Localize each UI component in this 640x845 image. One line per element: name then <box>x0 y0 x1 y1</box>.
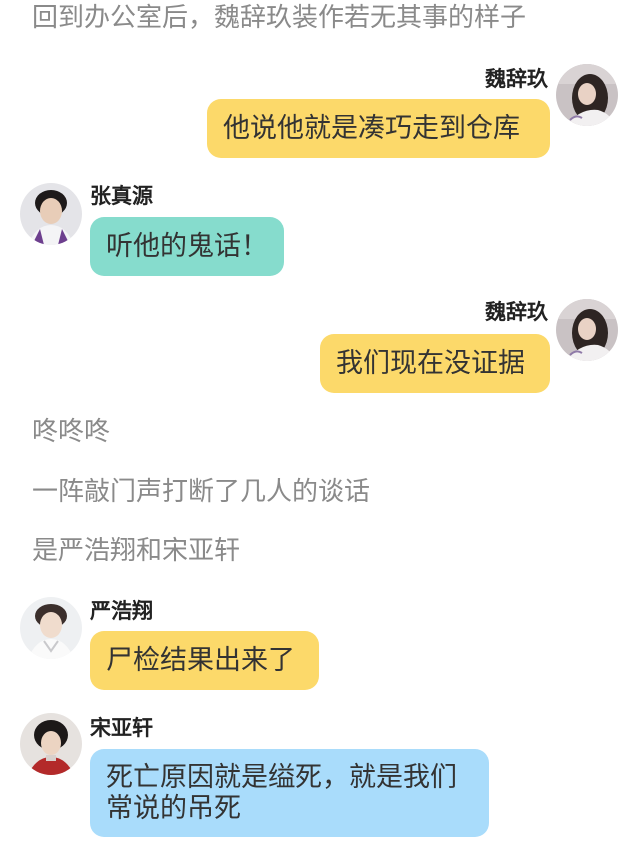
narration-text: 是严浩翔和宋亚轩 <box>32 536 241 566</box>
boy-avatar[interactable] <box>20 713 82 775</box>
girl-avatar[interactable] <box>556 64 618 126</box>
message-bubble[interactable]: 听他的鬼话！ <box>90 217 284 276</box>
boy-avatar[interactable] <box>20 597 82 659</box>
message-text-line: 常说的吊死 <box>106 793 241 824</box>
message-text: 我们现在没证据 <box>336 348 525 379</box>
girl-avatar[interactable] <box>556 299 618 361</box>
message-text: 尸检结果出来了 <box>106 645 295 676</box>
boy-avatar[interactable] <box>20 183 82 245</box>
message-bubble[interactable]: 死亡原因就是缢死，就是我们 常说的吊死 <box>90 749 489 837</box>
message-bubble[interactable]: 我们现在没证据 <box>320 334 550 393</box>
narration-text: 咚咚咚 <box>32 417 111 447</box>
message-bubble[interactable]: 他说他就是凑巧走到仓库 <box>207 99 550 158</box>
speaker-name: 张真源 <box>90 184 153 208</box>
speaker-name: 严浩翔 <box>90 599 153 623</box>
message-bubble[interactable]: 尸检结果出来了 <box>90 631 319 690</box>
message-text-line: 死亡原因就是缢死，就是我们 <box>106 762 457 793</box>
narration-text: 回到办公室后，魏辞玖装作若无其事的样子 <box>32 3 527 33</box>
speaker-name: 魏辞玖 <box>485 300 548 324</box>
message-text: 他说他就是凑巧走到仓库 <box>223 113 520 144</box>
speaker-name: 魏辞玖 <box>485 67 548 91</box>
message-text: 听他的鬼话！ <box>106 231 268 262</box>
narration-text: 一阵敲门声打断了几人的谈话 <box>32 477 371 507</box>
speaker-name: 宋亚轩 <box>90 716 153 740</box>
